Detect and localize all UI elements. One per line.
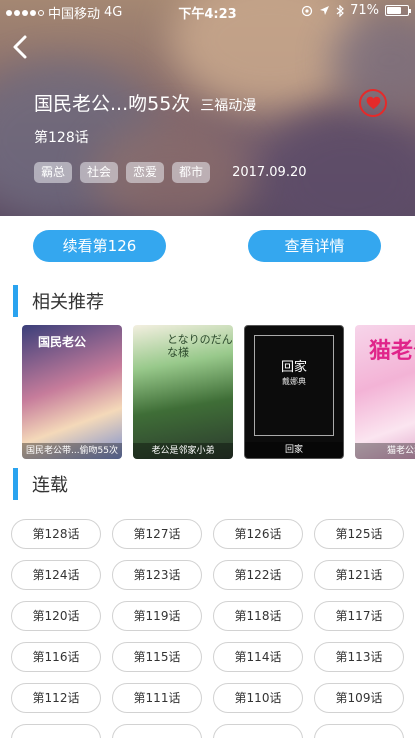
orientation-lock-icon — [301, 5, 313, 16]
comic-detail-screen: 中国移动 4G 下午4:23 71% 国民老公...吻55次 三福动漫 第128… — [0, 0, 415, 738]
recommend-item[interactable]: 回家 戴娜典 回家 — [244, 325, 344, 459]
section-header-serial: 连载 — [13, 468, 68, 500]
cover-title: 猫老公 — [369, 339, 415, 364]
chapter-button[interactable]: 第117话 — [314, 601, 404, 631]
recommend-item[interactable]: 国民老公 国民老公带...偷吻55次 — [22, 325, 122, 459]
chapter-grid: 第128话 第127话 第126话 第125话第124话 第123话 第122话 第121话… — [11, 519, 404, 738]
heart-icon — [366, 96, 380, 110]
chapter-button[interactable]: 第120话 — [11, 601, 101, 631]
chapter-button[interactable]: 第110话 — [213, 683, 303, 713]
recommend-item[interactable]: 猫老公 猫老公猫 — [355, 325, 415, 459]
recommend-caption: 老公是邻家小弟 — [133, 443, 233, 459]
chapter-button[interactable]: 第119话 — [112, 601, 202, 631]
cover-title: 回家 — [280, 360, 307, 375]
continue-reading-button[interactable]: 续看第126 — [33, 230, 166, 262]
section-accent-bar — [13, 468, 18, 500]
bluetooth-icon — [336, 4, 344, 17]
chapter-button[interactable]: 第123话 — [112, 560, 202, 590]
chapter-button[interactable]: 第127话 — [112, 519, 202, 549]
comic-title: 国民老公...吻55次 — [34, 93, 191, 115]
update-date: 2017.09.20 — [232, 165, 307, 180]
section-header-recommend: 相关推荐 — [13, 285, 104, 317]
tag[interactable]: 都市 — [172, 162, 211, 183]
chapter-button[interactable]: 第114话 — [213, 642, 303, 672]
chapter-button[interactable]: 第118话 — [213, 601, 303, 631]
section-title: 相关推荐 — [32, 292, 104, 313]
location-icon — [320, 6, 330, 15]
tag-list: 霸总 社会 恋爱 都市 2017.09.20 — [34, 162, 307, 183]
chapter-button[interactable]: 第124话 — [11, 560, 101, 590]
header-banner: 中国移动 4G 下午4:23 71% 国民老公...吻55次 三福动漫 第128… — [0, 0, 415, 216]
chapter-button[interactable]: 第128话 — [11, 519, 101, 549]
battery-percent: 71% — [350, 3, 379, 18]
cover-title: となりのだんな様 — [167, 333, 233, 359]
tag[interactable]: 社会 — [80, 162, 119, 183]
view-details-button[interactable]: 查看详情 — [248, 230, 381, 262]
chapter-button[interactable]: 第122话 — [213, 560, 303, 590]
back-button[interactable] — [10, 34, 30, 60]
comic-author: 三福动漫 — [200, 98, 257, 114]
tag[interactable]: 恋爱 — [126, 162, 165, 183]
recommend-caption: 国民老公带...偷吻55次 — [22, 443, 122, 459]
chapter-button[interactable]: 第115话 — [112, 642, 202, 672]
tag[interactable]: 霸总 — [34, 162, 73, 183]
chapter-button[interactable] — [213, 724, 303, 738]
chapter-button[interactable]: 第113话 — [314, 642, 404, 672]
chapter-button[interactable]: 第126话 — [213, 519, 303, 549]
chapter-button[interactable]: 第112话 — [11, 683, 101, 713]
chapter-button[interactable]: 第111话 — [112, 683, 202, 713]
cover-title: 国民老公 — [38, 335, 87, 349]
current-chapter: 第128话 — [34, 130, 89, 146]
section-title: 连载 — [32, 475, 68, 496]
chapter-button[interactable] — [314, 724, 404, 738]
favorite-button[interactable] — [359, 89, 387, 117]
battery-icon — [385, 5, 411, 16]
chapter-button[interactable] — [11, 724, 101, 738]
chapter-button[interactable]: 第109话 — [314, 683, 404, 713]
status-bar: 中国移动 4G 下午4:23 71% — [0, 0, 415, 22]
section-accent-bar — [13, 285, 18, 317]
chapter-button[interactable] — [112, 724, 202, 738]
cover-subtitle: 戴娜典 — [282, 377, 306, 386]
recommend-caption: 回家 — [245, 442, 343, 458]
chapter-button[interactable]: 第121话 — [314, 560, 404, 590]
recommend-list: 国民老公 国民老公带...偷吻55次 となりのだんな様 老公是邻家小弟 回家 戴… — [22, 325, 415, 459]
recommend-caption: 猫老公猫 — [355, 443, 415, 459]
chapter-button[interactable]: 第125话 — [314, 519, 404, 549]
recommend-item[interactable]: となりのだんな様 老公是邻家小弟 — [133, 325, 233, 459]
chapter-button[interactable]: 第116话 — [11, 642, 101, 672]
